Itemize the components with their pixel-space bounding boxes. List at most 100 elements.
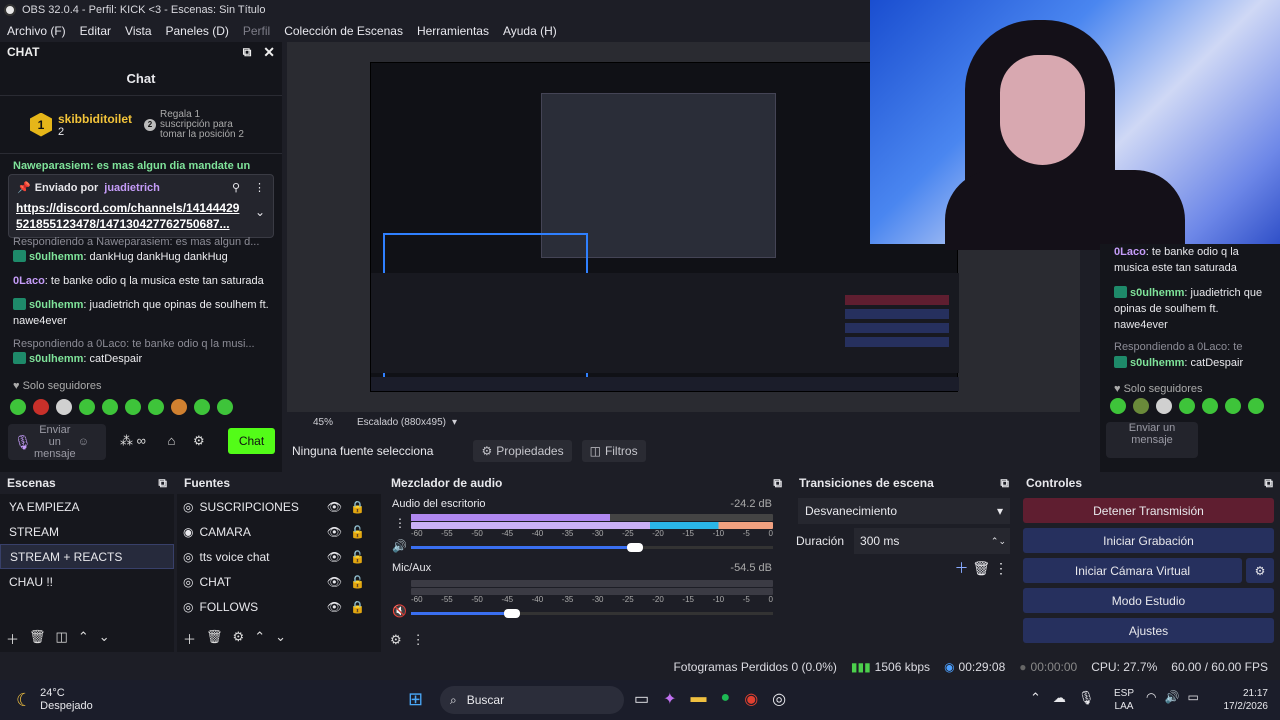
emote-icon[interactable] bbox=[217, 399, 233, 415]
users-icon[interactable]: ⁂ bbox=[120, 433, 133, 448]
emote-icon[interactable] bbox=[10, 399, 26, 415]
menu-archivo[interactable]: Archivo (F) bbox=[0, 24, 73, 38]
float-icon[interactable]: ⧉ bbox=[773, 476, 782, 491]
zoom-percent[interactable]: 45% bbox=[313, 417, 333, 428]
duration-input[interactable]: 300 ms ⌃⌄ bbox=[854, 528, 1010, 554]
eye-icon[interactable]: 👁 bbox=[327, 525, 342, 539]
scene-item[interactable]: CHAU !! bbox=[0, 569, 174, 594]
eye-icon[interactable]: 👁 bbox=[327, 550, 342, 564]
filter-icon[interactable]: ◫ bbox=[56, 629, 68, 648]
gear-icon[interactable]: ⚙ bbox=[1246, 558, 1274, 583]
windows-start-icon[interactable]: ⊞ bbox=[408, 689, 423, 710]
muted-speaker-icon[interactable]: 🔇 bbox=[392, 604, 407, 618]
mic-icon[interactable]: 🎙 bbox=[14, 435, 32, 449]
virtual-camera-button[interactable]: Iniciar Cámara Virtual bbox=[1023, 558, 1242, 583]
more-icon[interactable]: ⋮ bbox=[412, 632, 425, 648]
emoji-icon[interactable]: ☺ bbox=[78, 436, 89, 448]
store-icon[interactable]: ⌂ bbox=[168, 433, 176, 448]
unpin-icon[interactable]: ⚲ bbox=[232, 181, 240, 194]
m1-user[interactable]: s0ulhemm bbox=[29, 251, 83, 263]
battery-icon[interactable]: ▭ bbox=[1187, 690, 1198, 704]
start-recording-button[interactable]: Iniciar Grabación bbox=[1023, 528, 1274, 553]
scene-item[interactable]: YA EMPIEZA bbox=[0, 494, 174, 519]
more-icon[interactable]: ⋮ bbox=[254, 181, 265, 194]
spotify-icon[interactable]: ● bbox=[721, 689, 731, 709]
chevron-down-icon[interactable]: ⌄ bbox=[255, 205, 265, 219]
trash-icon[interactable]: 🗑 bbox=[29, 629, 46, 648]
add-icon[interactable]: ＋ bbox=[6, 629, 19, 648]
m3-user[interactable]: s0ulhemm bbox=[29, 299, 83, 311]
source-item[interactable]: ◎ CHAT 👁 🔓 bbox=[177, 569, 381, 594]
menu-coleccion[interactable]: Colección de Escenas bbox=[277, 24, 410, 38]
send-chat-button[interactable]: Chat bbox=[228, 428, 275, 454]
copilot-icon[interactable]: ✦ bbox=[663, 689, 676, 709]
chevron-down-icon[interactable]: ⌄ bbox=[275, 629, 286, 648]
eye-icon[interactable]: 👁 bbox=[327, 575, 342, 589]
filters-button[interactable]: ◫ Filtros bbox=[581, 440, 646, 462]
emote-icon[interactable] bbox=[148, 399, 164, 415]
more-icon[interactable]: ⋮ bbox=[394, 516, 406, 530]
source-item[interactable]: ◎ FOLLOWS 👁 🔒 bbox=[177, 594, 381, 619]
source-item[interactable]: ◎ tts voice chat 👁 🔓 bbox=[177, 544, 381, 569]
menu-vista[interactable]: Vista bbox=[118, 24, 158, 38]
chevron-down-icon[interactable]: ⌄ bbox=[99, 629, 110, 648]
pinned-link-2[interactable]: 521855123478/147130427762750687... bbox=[16, 216, 273, 232]
ch2-volume-slider[interactable] bbox=[411, 609, 773, 618]
ch1-volume-slider[interactable] bbox=[411, 543, 773, 552]
wifi-icon[interactable]: ◠ bbox=[1146, 690, 1156, 704]
eye-icon[interactable]: 👁 bbox=[327, 500, 342, 514]
emote-icon[interactable] bbox=[79, 399, 95, 415]
folder-icon[interactable]: ▬ bbox=[691, 689, 707, 709]
infinity-icon[interactable]: ∞ bbox=[137, 433, 146, 448]
chevron-up-icon[interactable]: ⌃ bbox=[78, 629, 89, 648]
float-icon[interactable]: ⧉ bbox=[1000, 476, 1009, 491]
float-icon[interactable]: ⧉ bbox=[158, 476, 167, 491]
float-icon[interactable]: ⧉ bbox=[243, 45, 252, 60]
mic-icon[interactable]: 🎙 bbox=[1078, 690, 1095, 706]
close-icon[interactable]: ✕ bbox=[263, 44, 275, 61]
lock-icon[interactable]: 🔓 bbox=[350, 550, 365, 564]
menu-editar[interactable]: Editar bbox=[73, 24, 118, 38]
lock-icon[interactable]: 🔒 bbox=[350, 600, 365, 614]
task-view-icon[interactable]: ▭ bbox=[634, 689, 649, 709]
more-icon[interactable]: ⋮ bbox=[994, 560, 1008, 576]
trash-icon[interactable]: 🗑 bbox=[972, 560, 990, 576]
emote-icon[interactable] bbox=[171, 399, 187, 415]
trash-icon[interactable]: 🗑 bbox=[206, 629, 223, 648]
gear-icon[interactable]: ⚙ bbox=[390, 632, 402, 648]
zoom-scale[interactable]: Escalado (880x495) bbox=[357, 417, 446, 428]
gear-icon[interactable]: ⚙ bbox=[233, 629, 245, 648]
m4-user[interactable]: s0ulhemm bbox=[29, 353, 83, 365]
scene-item-selected[interactable]: STREAM + REACTS bbox=[0, 544, 174, 569]
eye-icon[interactable]: 👁 bbox=[327, 600, 342, 614]
chevron-down-icon[interactable]: ▾ bbox=[452, 417, 457, 428]
volume-icon[interactable]: 🔊 bbox=[1164, 690, 1179, 704]
studio-mode-button[interactable]: Modo Estudio bbox=[1023, 588, 1274, 613]
properties-button[interactable]: ⚙ Propiedades bbox=[473, 440, 572, 462]
speaker-icon[interactable]: 🔊 bbox=[392, 539, 407, 553]
stop-stream-button[interactable]: Detener Transmisión bbox=[1023, 498, 1274, 523]
lock-icon[interactable]: 🔒 bbox=[350, 500, 365, 514]
pinned-link-1[interactable]: https://discord.com/channels/14144429 bbox=[16, 200, 273, 216]
cloud-icon[interactable]: ☁ bbox=[1053, 690, 1066, 706]
emote-icon[interactable] bbox=[102, 399, 118, 415]
settings-button[interactable]: Ajustes bbox=[1023, 618, 1274, 643]
gear-icon[interactable]: ⚙ bbox=[193, 433, 205, 448]
chevron-up-icon[interactable]: ⌃ bbox=[254, 629, 265, 648]
chat-input[interactable]: 🎙 Enviar un mensaje ☺ bbox=[8, 424, 106, 460]
emote-icon[interactable] bbox=[33, 399, 49, 415]
menu-ayuda[interactable]: Ayuda (H) bbox=[496, 24, 564, 38]
lock-icon[interactable]: 🔓 bbox=[350, 525, 365, 539]
transition-select[interactable]: Desvanecimiento ▾ bbox=[798, 498, 1010, 524]
float-icon[interactable]: ⧉ bbox=[1264, 476, 1273, 491]
menu-paneles[interactable]: Paneles (D) bbox=[159, 24, 236, 38]
chrome-icon[interactable]: ◉ bbox=[744, 689, 758, 709]
scene-item[interactable]: STREAM bbox=[0, 519, 174, 544]
m2-user[interactable]: 0Laco bbox=[13, 275, 45, 287]
menu-perfil[interactable]: Perfil bbox=[236, 24, 277, 38]
lock-icon[interactable]: 🔓 bbox=[350, 575, 365, 589]
source-item[interactable]: ◉ CAMARA 👁 🔓 bbox=[177, 519, 381, 544]
moon-icon[interactable]: ☾ bbox=[16, 690, 32, 711]
obs-icon[interactable]: ◎ bbox=[772, 689, 786, 709]
search-box[interactable]: ⌕ Buscar bbox=[440, 686, 624, 714]
